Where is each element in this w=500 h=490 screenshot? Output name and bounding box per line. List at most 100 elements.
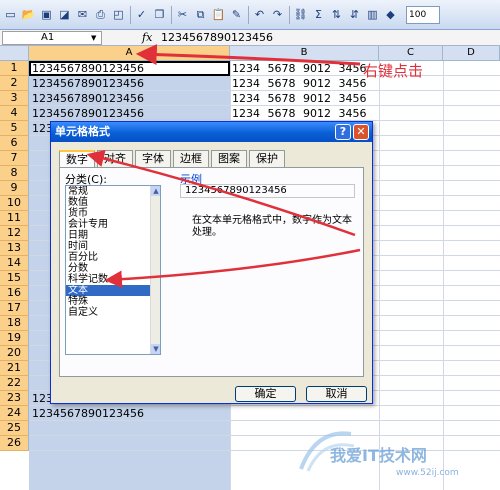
row-header[interactable]: 4	[0, 106, 29, 121]
row-header[interactable]: 21	[0, 361, 29, 376]
paste-icon[interactable]: 📋	[210, 6, 227, 24]
row-header[interactable]: 17	[0, 301, 29, 316]
column-header-b[interactable]: B	[230, 46, 379, 61]
category-item[interactable]: 自定义	[66, 307, 150, 318]
copy-icon[interactable]: ⧉	[192, 6, 209, 24]
open-icon[interactable]: 📂	[20, 6, 37, 24]
cell-b1[interactable]: 1234 5678 9012 3456	[232, 61, 366, 76]
number-tab-page: 分类(C): 常规 数值 货币 会计专用 日期 时间 百分比 分数 科学记数 文…	[59, 167, 364, 377]
category-item[interactable]: 数值	[66, 197, 150, 208]
row-header[interactable]: 12	[0, 226, 29, 241]
row-header[interactable]: 25	[0, 421, 29, 436]
row-header[interactable]: 18	[0, 316, 29, 331]
function-icon[interactable]: fx	[142, 31, 152, 44]
cell-a24[interactable]: 1234567890123456	[32, 406, 144, 421]
undo-icon[interactable]: ↶	[251, 6, 268, 24]
row-header[interactable]: 15	[0, 271, 29, 286]
cell-b3[interactable]: 1234 5678 9012 3456	[232, 91, 366, 106]
zoom-select[interactable]: 100	[406, 5, 440, 24]
close-button[interactable]: ✕	[353, 124, 369, 140]
category-list[interactable]: 常规 数值 货币 会计专用 日期 时间 百分比 分数 科学记数 文本 特殊 自定…	[65, 185, 161, 355]
row-header[interactable]: 8	[0, 166, 29, 181]
toolbar-separator	[130, 5, 131, 24]
toolbar-separator	[248, 5, 249, 24]
ok-button[interactable]: 确定	[235, 386, 296, 402]
permission-icon[interactable]: ◪	[56, 6, 73, 24]
sort-ascending-icon[interactable]: ⇅	[328, 6, 345, 24]
category-item-selected[interactable]: 文本	[66, 285, 150, 296]
tab-patterns[interactable]: 图案	[211, 150, 247, 167]
chevron-down-icon[interactable]: ▼	[91, 34, 96, 42]
category-scrollbar[interactable]: ▲ ▼	[150, 186, 160, 354]
row-header[interactable]: 26	[0, 436, 29, 451]
row-header[interactable]: 10	[0, 196, 29, 211]
drawing-icon[interactable]: ◆	[382, 6, 399, 24]
row-header[interactable]: 19	[0, 331, 29, 346]
scroll-up-icon[interactable]: ▲	[151, 186, 160, 196]
category-item[interactable]: 科学记数	[66, 274, 150, 285]
cell-b4[interactable]: 1234 5678 9012 3456	[232, 106, 366, 121]
category-item[interactable]: 日期	[66, 230, 150, 241]
spelling-icon[interactable]: ✓	[133, 6, 150, 24]
cancel-button[interactable]: 取消	[306, 386, 367, 402]
tab-number[interactable]: 数字	[59, 150, 95, 168]
row-header[interactable]: 24	[0, 406, 29, 421]
tab-protection[interactable]: 保护	[249, 150, 285, 167]
category-item[interactable]: 货币	[66, 208, 150, 219]
print-icon[interactable]: ⎙	[92, 6, 109, 24]
grid-line	[29, 435, 500, 436]
cell-a3[interactable]: 1234567890123456	[32, 91, 144, 106]
row-header[interactable]: 16	[0, 286, 29, 301]
column-header-c[interactable]: C	[379, 46, 443, 61]
row-header[interactable]: 9	[0, 181, 29, 196]
formula-bar: A1 ▼ fx 1234567890123456	[0, 30, 500, 46]
tab-alignment[interactable]: 对齐	[97, 150, 133, 167]
cell-a1[interactable]: 1234567890123456	[32, 61, 144, 76]
row-header[interactable]: 3	[0, 91, 29, 106]
row-header[interactable]: 2	[0, 76, 29, 91]
grid-line	[29, 450, 500, 451]
category-item[interactable]: 时间	[66, 241, 150, 252]
row-header[interactable]: 20	[0, 346, 29, 361]
help-button[interactable]: ?	[335, 124, 351, 140]
category-item[interactable]: 特殊	[66, 296, 150, 307]
category-item[interactable]: 会计专用	[66, 219, 150, 230]
scroll-down-icon[interactable]: ▼	[151, 344, 160, 354]
cut-icon[interactable]: ✂	[174, 6, 191, 24]
redo-icon[interactable]: ↷	[269, 6, 286, 24]
cell-a2[interactable]: 1234567890123456	[32, 76, 144, 91]
toolbar-separator	[289, 5, 290, 24]
print-preview-icon[interactable]: ◰	[110, 6, 127, 24]
row-header[interactable]: 22	[0, 376, 29, 391]
autosum-icon[interactable]: Σ	[310, 6, 327, 24]
row-header[interactable]: 6	[0, 136, 29, 151]
tab-border[interactable]: 边框	[173, 150, 209, 167]
column-header-d[interactable]: D	[443, 46, 500, 61]
row-header[interactable]: 23	[0, 391, 29, 406]
insert-hyperlink-icon[interactable]: ⛓	[292, 6, 309, 24]
row-header[interactable]: 7	[0, 151, 29, 166]
category-item[interactable]: 分数	[66, 263, 150, 274]
select-all-corner[interactable]	[0, 46, 29, 61]
tab-font[interactable]: 字体	[135, 150, 171, 167]
category-item[interactable]: 百分比	[66, 252, 150, 263]
email-icon[interactable]: ✉	[74, 6, 91, 24]
cell-b2[interactable]: 1234 5678 9012 3456	[232, 76, 366, 91]
cell-a4[interactable]: 1234567890123456	[32, 106, 144, 121]
name-box[interactable]: A1	[2, 31, 102, 45]
sort-descending-icon[interactable]: ⇵	[346, 6, 363, 24]
row-header[interactable]: 1	[0, 61, 29, 76]
row-header[interactable]: 13	[0, 241, 29, 256]
category-item[interactable]: 常规	[66, 186, 150, 197]
row-header[interactable]: 5	[0, 121, 29, 136]
row-header[interactable]: 11	[0, 211, 29, 226]
format-painter-icon[interactable]: ✎	[228, 6, 245, 24]
row-header[interactable]: 14	[0, 256, 29, 271]
new-icon[interactable]: ▭	[2, 6, 19, 24]
save-icon[interactable]: ▣	[38, 6, 55, 24]
column-header-a[interactable]: A	[29, 46, 230, 61]
research-icon[interactable]: ❐	[151, 6, 168, 24]
formula-input[interactable]: 1234567890123456	[161, 31, 273, 44]
chart-wizard-icon[interactable]: ▥	[364, 6, 381, 24]
sample-group: 示例 1234567890123456	[180, 171, 355, 201]
